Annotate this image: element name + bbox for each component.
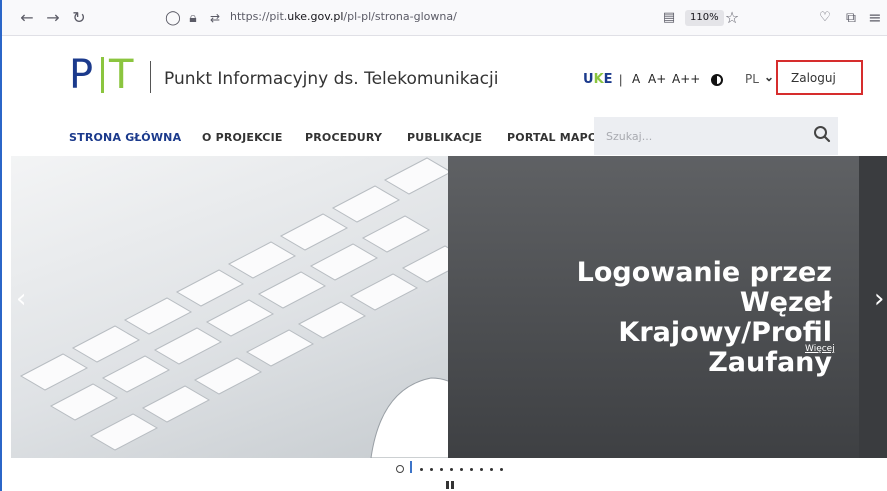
pager-dot[interactable] bbox=[480, 468, 483, 471]
reload-icon[interactable]: ↻ bbox=[68, 7, 90, 29]
pager-dot[interactable] bbox=[470, 468, 473, 471]
contrast-icon[interactable] bbox=[711, 74, 723, 86]
uke-logo[interactable]: UKE bbox=[583, 72, 613, 87]
pager-dot[interactable] bbox=[450, 468, 453, 471]
nav-item-portal-mapowy[interactable]: PORTAL MAPOV bbox=[507, 131, 606, 144]
font-size-medium-button[interactable]: A+ bbox=[648, 72, 666, 86]
pager-dot[interactable] bbox=[430, 468, 433, 471]
shield-icon[interactable]: ◯ bbox=[162, 7, 184, 29]
keyboard-illustration bbox=[19, 157, 448, 458]
nav-item-publikacje[interactable]: PUBLIKACJE bbox=[407, 131, 482, 144]
zoom-badge[interactable]: 110% bbox=[685, 10, 724, 26]
page-frame: ← → ↻ ◯ 🔒︎ ⇄ https://pit.uke.gov.pl/pl-p… bbox=[0, 0, 887, 491]
login-link[interactable]: Zaloguj bbox=[791, 71, 836, 85]
menu-icon[interactable]: ≡ bbox=[864, 7, 886, 29]
nav-item-strona-glowna[interactable]: STRONA GŁÓWNA bbox=[69, 131, 181, 144]
pager-dot[interactable] bbox=[490, 468, 493, 471]
pause-icon[interactable] bbox=[446, 481, 454, 489]
pager-dot[interactable] bbox=[460, 468, 463, 471]
font-size-normal-button[interactable]: A bbox=[632, 72, 640, 86]
chevron-down-icon[interactable]: ⌄ bbox=[764, 70, 774, 84]
slider-prev-icon[interactable]: ‹ bbox=[16, 284, 26, 314]
forward-icon[interactable]: → bbox=[42, 7, 64, 29]
hero-more-link[interactable]: Więcej bbox=[805, 344, 835, 354]
logo-letter-t[interactable]: T bbox=[109, 55, 133, 95]
pager-ring[interactable] bbox=[396, 465, 404, 473]
browser-toolbar: ← → ↻ ◯ 🔒︎ ⇄ https://pit.uke.gov.pl/pl-p… bbox=[2, 0, 887, 36]
pager-active-indicator[interactable] bbox=[410, 461, 412, 473]
hero-image-keyboard bbox=[11, 156, 448, 458]
language-select[interactable]: PL bbox=[745, 72, 759, 86]
nav-item-o-projekcie[interactable]: O PROJEKCIE bbox=[202, 131, 283, 144]
header-separator: | bbox=[619, 72, 623, 87]
search-icon[interactable] bbox=[813, 125, 831, 143]
logo-bar bbox=[101, 57, 104, 93]
logo-divider bbox=[150, 61, 151, 93]
slider-next-icon[interactable]: › bbox=[874, 284, 884, 314]
address-bar[interactable]: https://pit.uke.gov.pl/pl-pl/strona-glow… bbox=[230, 10, 457, 23]
font-size-large-button[interactable]: A++ bbox=[672, 72, 700, 86]
lock-icon[interactable]: 🔒︎ bbox=[182, 7, 204, 29]
permissions-icon[interactable]: ⇄ bbox=[204, 7, 226, 29]
extensions-icon[interactable]: ⧉ bbox=[840, 7, 862, 29]
hero-title[interactable]: Logowanie przez Węzeł Krajowy/Profil Zau… bbox=[502, 258, 832, 378]
pager-dot[interactable] bbox=[420, 468, 423, 471]
nav-item-procedury[interactable]: PROCEDURY bbox=[305, 131, 382, 144]
pager-dot[interactable] bbox=[500, 468, 503, 471]
logo-letter-p[interactable]: P bbox=[69, 55, 93, 95]
reader-view-icon[interactable]: ▤ bbox=[658, 7, 680, 29]
pocket-icon[interactable]: ♡ bbox=[814, 7, 836, 29]
search-input[interactable] bbox=[594, 117, 838, 155]
pager-dot[interactable] bbox=[440, 468, 443, 471]
bookmark-star-icon[interactable]: ☆ bbox=[721, 7, 743, 29]
site-title: Punkt Informacyjny ds. Telekomunikacji bbox=[164, 69, 499, 89]
back-icon[interactable]: ← bbox=[16, 7, 38, 29]
